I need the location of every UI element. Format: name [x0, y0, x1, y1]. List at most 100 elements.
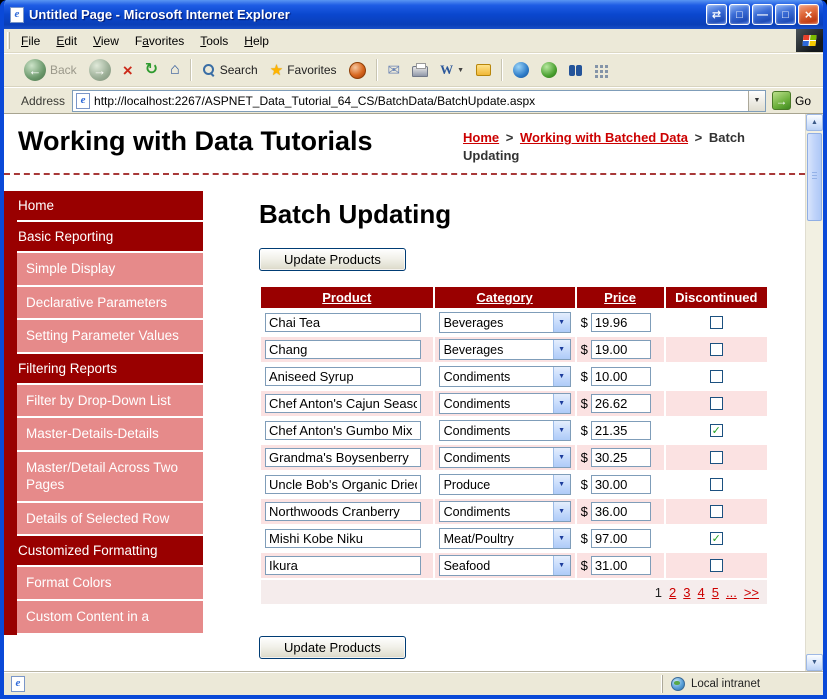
sidebar-item[interactable]: Details of Selected Row [17, 502, 203, 535]
category-dropdown[interactable]: Beverages ▼ [438, 312, 571, 334]
product-name-input[interactable] [265, 502, 421, 522]
sidebar-item[interactable]: Customized Formatting [4, 536, 203, 566]
column-header[interactable]: Price [576, 287, 664, 309]
sidebar-item[interactable]: Basic Reporting [4, 222, 203, 252]
stop-button[interactable]: × [118, 60, 138, 81]
home-button[interactable]: ⌂ [165, 60, 185, 80]
price-input[interactable] [590, 421, 651, 441]
address-input[interactable] [90, 93, 748, 108]
forward-button[interactable]: → [84, 57, 116, 83]
category-dropdown[interactable]: Condiments ▼ [438, 447, 571, 469]
scrollbar-thumb[interactable] [807, 133, 822, 221]
menu-drag-grip[interactable] [7, 32, 10, 49]
price-input[interactable] [590, 394, 651, 414]
menu-item-edit[interactable]: Edit [48, 30, 85, 52]
dropdown-arrow-icon[interactable]: ▼ [552, 502, 570, 522]
addons-button[interactable] [589, 62, 612, 79]
column-header-label[interactable]: Price [604, 290, 636, 305]
history-button[interactable] [344, 60, 371, 81]
category-dropdown[interactable]: Beverages ▼ [438, 339, 571, 361]
product-name-input[interactable] [265, 529, 421, 549]
discontinued-checkbox[interactable] [709, 504, 723, 518]
mail-button[interactable]: ✉ [383, 61, 406, 80]
column-header[interactable]: Category [434, 287, 575, 309]
pane-toggle-button[interactable]: ⇄ [706, 4, 727, 25]
breadcrumb-home-link[interactable]: Home [463, 130, 499, 145]
price-input[interactable] [590, 367, 651, 387]
menu-item-tools[interactable]: Tools [192, 30, 236, 52]
pager-link[interactable]: 2 [669, 585, 676, 600]
product-name-input[interactable] [265, 421, 421, 441]
edit-with-word-button[interactable]: W ▼ [435, 60, 469, 80]
discuss-button[interactable] [471, 62, 496, 78]
favorites-button[interactable]: ★ Favorites [265, 61, 342, 80]
product-name-input[interactable] [265, 448, 421, 468]
minimize-button[interactable]: — [752, 4, 773, 25]
price-input[interactable] [590, 529, 651, 549]
menu-item-view[interactable]: View [85, 30, 127, 52]
sidebar-item[interactable]: Filtering Reports [4, 353, 203, 383]
dropdown-arrow-icon[interactable]: ▼ [552, 448, 570, 468]
product-name-input[interactable] [265, 313, 421, 333]
product-name-input[interactable] [265, 475, 421, 495]
pager-link[interactable]: 3 [683, 585, 690, 600]
sidebar-item[interactable]: Filter by Drop-Down List [17, 384, 203, 417]
discontinued-checkbox[interactable] [709, 315, 723, 329]
update-products-button-top[interactable]: Update Products [259, 248, 406, 272]
dropdown-arrow-icon[interactable]: ▼ [552, 313, 570, 333]
print-button[interactable] [407, 61, 433, 79]
category-dropdown[interactable]: Condiments ▼ [438, 393, 571, 415]
scroll-down-button[interactable]: ▼ [806, 654, 823, 671]
update-products-button-bottom[interactable]: Update Products [259, 636, 406, 660]
menu-item-file[interactable]: File [13, 30, 48, 52]
category-dropdown[interactable]: Meat/Poultry ▼ [438, 528, 571, 550]
price-input[interactable] [590, 313, 651, 333]
close-button[interactable]: × [798, 4, 819, 25]
category-dropdown[interactable]: Condiments ▼ [438, 420, 571, 442]
address-dropdown-button[interactable]: ▼ [747, 90, 765, 111]
pager-link[interactable]: ... [726, 585, 737, 600]
sidebar-item[interactable]: Master/Detail Across Two Pages [17, 451, 203, 501]
category-dropdown[interactable]: Condiments ▼ [438, 366, 571, 388]
find-button[interactable] [564, 63, 587, 78]
refresh-button[interactable]: ↻ [140, 60, 163, 80]
title-bar[interactable]: e Untitled Page - Microsoft Internet Exp… [4, 0, 823, 29]
maximize-button[interactable]: □ [775, 4, 796, 25]
dropdown-arrow-icon[interactable]: ▼ [552, 475, 570, 495]
dropdown-arrow-icon[interactable]: ▼ [552, 340, 570, 360]
pager-link[interactable]: >> [744, 585, 759, 600]
research-button[interactable] [536, 60, 562, 80]
back-button[interactable]: ← Back [19, 57, 82, 83]
discontinued-checkbox[interactable] [709, 558, 723, 572]
discontinued-checkbox[interactable] [709, 369, 723, 383]
discontinued-checkbox[interactable] [709, 450, 723, 464]
breadcrumb-parent-link[interactable]: Working with Batched Data [520, 130, 688, 145]
menu-item-help[interactable]: Help [236, 30, 277, 52]
sidebar-item[interactable]: Master-Details-Details [17, 418, 203, 450]
discontinued-checkbox[interactable] [709, 342, 723, 356]
price-input[interactable] [590, 475, 651, 495]
pager-link[interactable]: 5 [712, 585, 719, 600]
vertical-scrollbar[interactable]: ▲ ▼ [805, 114, 823, 671]
column-header-label[interactable]: Category [476, 290, 532, 305]
restore-pane-button[interactable]: □ [729, 4, 750, 25]
discontinued-checkbox[interactable]: ✓ [709, 423, 723, 437]
sidebar-item[interactable]: Custom Content in a [17, 601, 203, 633]
dropdown-arrow-icon[interactable]: ▼ [552, 394, 570, 414]
sidebar-item[interactable]: Simple Display [17, 253, 203, 285]
go-button[interactable]: → Go [771, 91, 811, 110]
category-dropdown[interactable]: Seafood ▼ [438, 555, 571, 577]
dropdown-arrow-icon[interactable]: ▼ [552, 367, 570, 387]
price-input[interactable] [590, 448, 651, 468]
price-input[interactable] [590, 340, 651, 360]
sidebar-item[interactable]: Format Colors [17, 567, 203, 600]
sidebar-item[interactable]: Home [4, 191, 203, 221]
discontinued-checkbox[interactable] [709, 396, 723, 410]
product-name-input[interactable] [265, 367, 421, 387]
dropdown-arrow-icon[interactable]: ▼ [552, 529, 570, 549]
product-name-input[interactable] [265, 394, 421, 414]
dropdown-arrow-icon[interactable]: ▼ [552, 556, 570, 576]
product-name-input[interactable] [265, 340, 421, 360]
discontinued-checkbox[interactable] [709, 477, 723, 491]
messenger-button[interactable] [508, 60, 534, 80]
